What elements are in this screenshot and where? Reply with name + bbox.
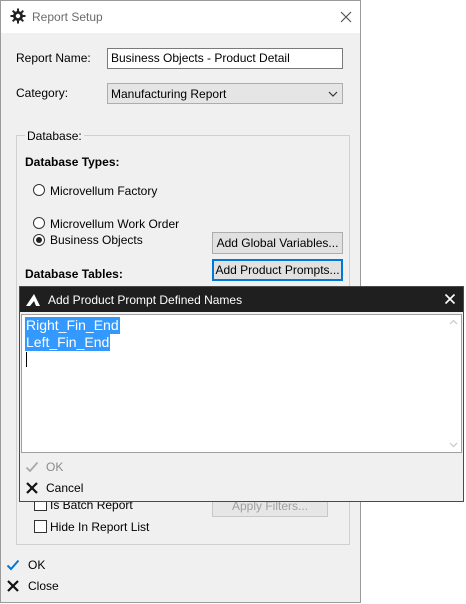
database-group-label: Database:: [25, 129, 84, 143]
title-bar[interactable]: Report Setup: [1, 1, 360, 33]
x-icon: [7, 580, 19, 592]
report-name-label: Report Name:: [16, 51, 91, 65]
ok-label: OK: [28, 558, 46, 572]
radio-microvellum-factory[interactable]: [33, 184, 45, 196]
radio-business-objects[interactable]: [33, 234, 45, 246]
app-logo-icon: [26, 294, 40, 306]
category-select[interactable]: Manufacturing Report: [107, 83, 343, 104]
selected-text-line: Right_Fin_End: [25, 317, 120, 334]
dialog-ok-button[interactable]: OK: [25, 459, 85, 475]
selected-text-line: Left_Fin_End: [25, 334, 111, 351]
dialog-cancel-button[interactable]: Cancel: [25, 480, 95, 496]
add-product-prompt-dialog: Add Product Prompt Defined Names Right_F…: [19, 286, 464, 502]
ok-button[interactable]: OK: [6, 557, 66, 573]
hide-in-report-list-label: Hide In Report List: [50, 520, 150, 534]
radio-microvellum-work-order[interactable]: [33, 217, 45, 229]
x-icon: [26, 482, 38, 494]
dialog-title-bar[interactable]: Add Product Prompt Defined Names: [20, 287, 463, 312]
checkmark-icon: [25, 461, 39, 473]
checkmark-icon: [6, 559, 20, 571]
window-title: Report Setup: [32, 10, 103, 24]
close-label: Close: [28, 579, 59, 593]
close-button[interactable]: Close: [6, 578, 76, 594]
dialog-cancel-label: Cancel: [46, 481, 84, 495]
category-label: Category:: [16, 86, 69, 100]
defined-names-textarea[interactable]: Right_Fin_End Left_Fin_End: [21, 314, 462, 453]
radio-label-microvellum-factory: Microvellum Factory: [50, 184, 158, 198]
add-global-variables-button[interactable]: Add Global Variables...: [212, 232, 343, 254]
database-types-label: Database Types:: [25, 155, 120, 169]
chevron-down-icon: [328, 91, 338, 97]
radio-selected-dot: [36, 237, 42, 243]
close-icon[interactable]: [444, 293, 456, 305]
radio-label-microvellum-work-order: Microvellum Work Order: [50, 217, 180, 231]
hide-in-report-list-checkbox[interactable]: [34, 520, 47, 533]
report-name-input[interactable]: Business Objects - Product Detail: [107, 48, 343, 69]
scroll-up-icon[interactable]: [449, 318, 458, 327]
radio-label-business-objects: Business Objects: [50, 233, 143, 247]
add-product-prompts-button[interactable]: Add Product Prompts...: [212, 259, 343, 281]
dialog-title: Add Product Prompt Defined Names: [48, 293, 243, 307]
dialog-ok-label: OK: [46, 460, 64, 474]
scroll-down-icon[interactable]: [449, 440, 458, 449]
text-caret: [26, 352, 27, 367]
category-value: Manufacturing Report: [111, 87, 227, 101]
close-icon[interactable]: [338, 9, 354, 25]
database-tables-label: Database Tables:: [25, 267, 123, 281]
gear-icon: [10, 8, 26, 24]
